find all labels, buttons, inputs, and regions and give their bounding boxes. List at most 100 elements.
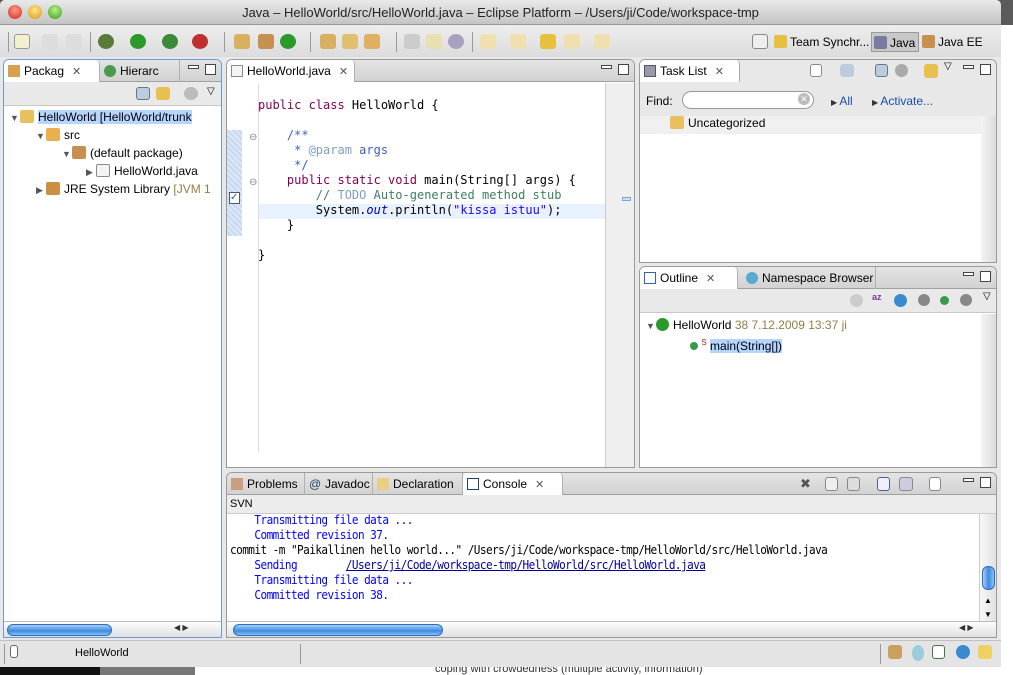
tab-declaration[interactable]: Declaration bbox=[373, 473, 463, 495]
save-icon[interactable] bbox=[42, 34, 58, 49]
new-java-project-icon[interactable] bbox=[234, 34, 250, 49]
close-window-button[interactable] bbox=[8, 5, 22, 19]
code-line[interactable]: System.out.println("kissa istuu"); bbox=[258, 203, 562, 218]
progress-icon[interactable] bbox=[912, 645, 924, 661]
search-icon[interactable] bbox=[364, 34, 380, 49]
outline-item-method[interactable]: S main(String[]) bbox=[690, 334, 783, 353]
tasks-icon[interactable] bbox=[932, 645, 945, 659]
code-line[interactable]: public static void main(String[] args) { bbox=[258, 173, 576, 188]
tab-hierarchy[interactable]: Hierarc bbox=[100, 60, 180, 82]
fold-icon[interactable]: ⊖ bbox=[249, 177, 257, 188]
perspective-java[interactable]: Java bbox=[871, 32, 920, 52]
task-marker-icon[interactable]: ✓ bbox=[229, 192, 240, 204]
close-icon[interactable]: ✕ bbox=[535, 474, 544, 496]
tree-item-jre-library[interactable]: ▶ JRE System Library [JVM 1 bbox=[36, 180, 211, 198]
minimize-window-button[interactable] bbox=[28, 5, 42, 19]
tree-item-src[interactable]: ▼ src bbox=[36, 126, 80, 144]
code-line[interactable]: * @param args bbox=[258, 143, 388, 158]
clear-icon[interactable]: ✕ bbox=[798, 93, 810, 105]
task-category[interactable]: Uncategorized bbox=[640, 116, 981, 134]
new-class-icon[interactable] bbox=[280, 34, 296, 49]
back-icon[interactable] bbox=[564, 34, 580, 49]
focus-icon[interactable] bbox=[850, 294, 863, 307]
view-menu-icon[interactable]: ▽ bbox=[207, 86, 215, 97]
previous-annotation-icon[interactable] bbox=[510, 34, 526, 49]
tab-task-list[interactable]: Task List ✕ bbox=[640, 60, 740, 82]
zoom-window-button[interactable] bbox=[48, 5, 62, 19]
collapse-all-icon[interactable] bbox=[875, 64, 888, 77]
focus-icon[interactable] bbox=[184, 87, 198, 100]
maximize-button[interactable] bbox=[205, 64, 216, 75]
code-line[interactable]: } bbox=[258, 218, 294, 233]
vertical-scrollbar[interactable] bbox=[981, 116, 996, 262]
tab-package-explorer[interactable]: Packag ✕ bbox=[4, 60, 100, 82]
minimize-button[interactable] bbox=[963, 65, 974, 69]
open-task-icon[interactable] bbox=[342, 34, 358, 49]
minimize-button[interactable] bbox=[188, 65, 199, 69]
trim-icon[interactable] bbox=[888, 645, 902, 659]
link-with-editor-icon[interactable] bbox=[156, 87, 170, 100]
external-tools-icon[interactable] bbox=[192, 34, 208, 49]
forward-icon[interactable] bbox=[594, 34, 610, 49]
close-icon[interactable]: ✕ bbox=[339, 61, 348, 83]
vertical-scrollbar[interactable]: ▲ ▼ bbox=[979, 514, 996, 621]
tab-namespace-browser[interactable]: Namespace Browser bbox=[742, 267, 876, 289]
maximize-button[interactable] bbox=[980, 64, 991, 75]
hide-local-types-icon[interactable] bbox=[960, 294, 972, 306]
minimize-button[interactable] bbox=[963, 478, 974, 482]
categorize-icon[interactable] bbox=[840, 64, 854, 77]
updates-icon[interactable] bbox=[956, 645, 970, 659]
maximize-button[interactable] bbox=[980, 271, 991, 282]
tab-outline[interactable]: Outline ✕ bbox=[640, 267, 738, 289]
maximize-button[interactable] bbox=[980, 477, 991, 488]
maximize-button[interactable] bbox=[618, 64, 629, 75]
fold-icon[interactable]: ⊖ bbox=[249, 132, 257, 143]
show-whitespace-icon[interactable] bbox=[448, 34, 464, 49]
hide-fields-icon[interactable] bbox=[894, 294, 907, 307]
outline-item-class[interactable]: ▼ HelloWorld 38 7.12.2009 13:37 ji bbox=[646, 316, 847, 334]
pin-console-icon[interactable] bbox=[877, 477, 890, 491]
run-icon[interactable] bbox=[130, 34, 146, 49]
minimize-button[interactable] bbox=[963, 272, 974, 276]
synchronize-icon[interactable] bbox=[924, 64, 938, 78]
vertical-scrollbar[interactable] bbox=[981, 314, 996, 467]
activate-link[interactable]: ▶ Activate... bbox=[872, 94, 933, 108]
close-icon[interactable]: ✕ bbox=[715, 61, 724, 83]
tab-helloworld-java[interactable]: HelloWorld.java ✕ bbox=[227, 60, 355, 82]
remove-launch-icon[interactable]: ✖ bbox=[800, 477, 814, 491]
notification-icon[interactable] bbox=[978, 645, 992, 659]
close-icon[interactable]: ✕ bbox=[72, 61, 81, 83]
tree-item-project[interactable]: ▼ HelloWorld [HelloWorld/trunk bbox=[10, 108, 192, 126]
code-line[interactable]: public class HelloWorld { bbox=[258, 98, 439, 113]
horizontal-scrollbar[interactable]: ◀ ▶ bbox=[227, 621, 996, 637]
scroll-lock-icon[interactable] bbox=[847, 477, 860, 491]
display-console-icon[interactable] bbox=[899, 477, 913, 491]
code-line[interactable]: } bbox=[258, 248, 265, 263]
perspective-java-ee[interactable]: Java EE bbox=[920, 32, 983, 52]
code-line[interactable]: /** bbox=[258, 128, 309, 143]
next-annotation-icon[interactable] bbox=[480, 34, 496, 49]
tab-console[interactable]: Console ✕ bbox=[463, 473, 563, 495]
clear-console-icon[interactable] bbox=[825, 477, 838, 491]
tree-item-helloworld-java[interactable]: ▶ HelloWorld.java bbox=[86, 162, 198, 180]
open-console-icon[interactable] bbox=[929, 477, 941, 491]
find-input[interactable] bbox=[682, 91, 814, 109]
all-link[interactable]: ▶ All bbox=[831, 94, 853, 108]
view-menu-icon[interactable]: ▽ bbox=[944, 61, 952, 72]
hide-static-icon[interactable] bbox=[918, 294, 930, 306]
new-icon[interactable] bbox=[14, 34, 30, 49]
debug-icon[interactable] bbox=[98, 34, 114, 49]
print-icon[interactable] bbox=[66, 34, 82, 49]
open-perspective-icon[interactable] bbox=[752, 34, 768, 49]
last-edit-location-icon[interactable] bbox=[540, 34, 556, 49]
sort-icon[interactable]: az bbox=[872, 292, 886, 308]
new-task-icon[interactable] bbox=[810, 64, 822, 77]
toggle-edit-icon[interactable] bbox=[426, 34, 442, 49]
collapse-all-icon[interactable] bbox=[136, 87, 150, 100]
view-menu-icon[interactable]: ▽ bbox=[983, 291, 991, 302]
toggle-mark-icon[interactable] bbox=[404, 34, 420, 49]
perspective-team-synchronizing[interactable]: Team Synchr... bbox=[772, 32, 869, 52]
open-type-icon[interactable] bbox=[320, 34, 336, 49]
minimize-button[interactable] bbox=[601, 65, 612, 69]
horizontal-scrollbar[interactable]: ◀ ▶ bbox=[4, 621, 221, 637]
